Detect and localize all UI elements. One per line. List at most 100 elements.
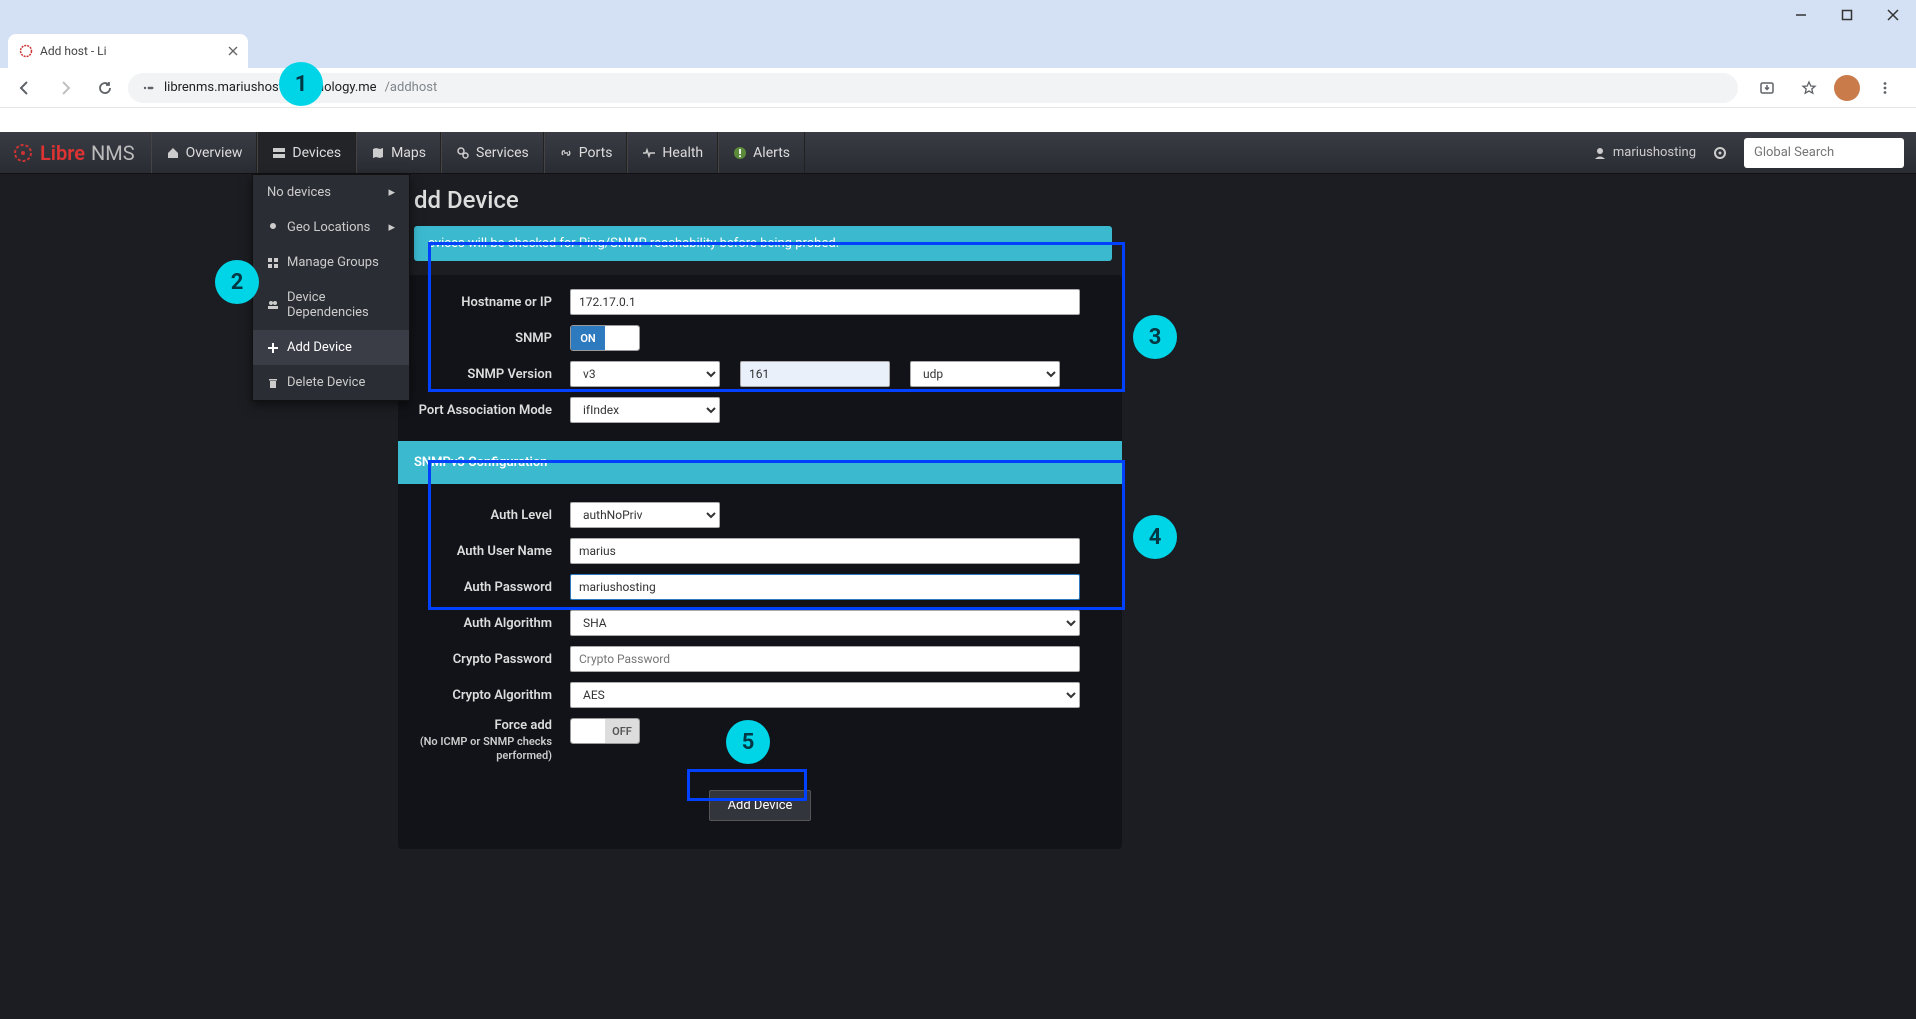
- force-add-toggle[interactable]: OFF: [570, 718, 640, 744]
- plus-icon: [267, 342, 279, 354]
- auth-pass-input[interactable]: [570, 574, 1080, 600]
- snmp-port-input[interactable]: [740, 361, 890, 387]
- dd-geo-locations[interactable]: Geo Locations ▸: [253, 210, 409, 245]
- geo-pin-icon: [267, 222, 279, 234]
- link-icon: [559, 146, 573, 160]
- nav-devices-label: Devices: [292, 145, 341, 161]
- tab-favicon-icon: [18, 43, 34, 59]
- window-maximize-icon[interactable]: [1824, 0, 1870, 30]
- dd-device-deps-label: Device Dependencies: [287, 290, 395, 320]
- dd-add-device[interactable]: Add Device: [253, 330, 409, 365]
- dd-no-devices[interactable]: No devices ▸: [253, 175, 409, 210]
- toggle-on-label: ON: [571, 326, 605, 350]
- nav-ports-label: Ports: [579, 145, 613, 161]
- port-assoc-label: Port Association Mode: [410, 403, 570, 418]
- window-minimize-icon[interactable]: [1778, 0, 1824, 30]
- dd-device-deps[interactable]: Device Dependencies: [253, 280, 409, 330]
- browser-tab[interactable]: Add host - Li: [8, 34, 248, 68]
- dd-manage-groups-label: Manage Groups: [287, 255, 379, 270]
- site-info-icon[interactable]: [140, 80, 156, 96]
- alert-icon: [733, 146, 747, 160]
- dd-manage-groups[interactable]: Manage Groups: [253, 245, 409, 280]
- window-close-icon[interactable]: [1870, 0, 1916, 30]
- callout-2: 2: [215, 260, 259, 304]
- dd-delete-device-label: Delete Device: [287, 375, 365, 390]
- toggle-off-label: OFF: [605, 719, 639, 743]
- user-name-label: mariushosting: [1613, 145, 1696, 160]
- crypto-pass-label: Crypto Password: [410, 652, 570, 667]
- grid-icon: [267, 257, 279, 269]
- chevron-right-icon: ▸: [388, 185, 395, 200]
- hostname-label: Hostname or IP: [410, 295, 570, 310]
- user-menu[interactable]: mariushosting: [1593, 145, 1696, 160]
- add-device-button[interactable]: Add Device: [709, 790, 812, 821]
- auth-algo-select[interactable]: SHA: [570, 610, 1080, 636]
- auth-level-select[interactable]: authNoPriv: [570, 502, 720, 528]
- crypto-algo-select[interactable]: AES: [570, 682, 1080, 708]
- nav-forward-icon[interactable]: [48, 71, 82, 105]
- callout-5: 5: [726, 720, 770, 764]
- snmp-version-label: SNMP Version: [410, 367, 570, 382]
- cogs-icon: [456, 146, 470, 160]
- crypto-pass-input[interactable]: [570, 646, 1080, 672]
- brand-logo-icon: [12, 142, 34, 164]
- users-icon: [267, 299, 279, 311]
- chevron-right-icon: ▸: [388, 220, 395, 235]
- tab-close-icon[interactable]: [228, 46, 238, 56]
- app-container: LibreNMS Overview Devices Maps Services …: [0, 132, 1916, 1019]
- browser-tabstrip: Add host - Li: [0, 30, 1916, 68]
- nav-services[interactable]: Services: [441, 132, 544, 173]
- auth-pass-label: Auth Password: [410, 580, 570, 595]
- snmpv3-header: SNMPv3 Configuration: [398, 441, 1122, 484]
- user-icon: [1593, 146, 1607, 160]
- bookmark-star-icon[interactable]: [1792, 71, 1826, 105]
- home-icon: [166, 146, 180, 160]
- nav-alerts[interactable]: Alerts: [718, 132, 805, 173]
- hostname-input[interactable]: [570, 289, 1080, 315]
- nav-reload-icon[interactable]: [88, 71, 122, 105]
- heartbeat-icon: [642, 146, 656, 160]
- auth-user-input[interactable]: [570, 538, 1080, 564]
- callout-3: 3: [1133, 315, 1177, 359]
- dd-add-device-label: Add Device: [287, 340, 352, 355]
- nav-back-icon[interactable]: [8, 71, 42, 105]
- dd-no-devices-label: No devices: [267, 185, 331, 200]
- address-path: /addhost: [385, 80, 438, 95]
- callout-4: 4: [1133, 515, 1177, 559]
- form-panel: Hostname or IP SNMP ON SNMP Version v3: [398, 275, 1122, 849]
- nav-devices[interactable]: Devices: [257, 132, 356, 173]
- nav-overview[interactable]: Overview: [151, 132, 258, 173]
- crypto-algo-label: Crypto Algorithm: [410, 688, 570, 703]
- auth-user-label: Auth User Name: [410, 544, 570, 559]
- port-assoc-select[interactable]: ifIndex: [570, 397, 720, 423]
- server-icon: [272, 146, 286, 160]
- address-host: librenms.mariushosting.synology.me: [164, 80, 377, 95]
- dd-geo-label: Geo Locations: [287, 220, 370, 235]
- auth-algo-label: Auth Algorithm: [410, 616, 570, 631]
- tab-title: Add host - Li: [40, 44, 107, 58]
- force-add-label: Force add: [410, 718, 552, 733]
- callout-1: 1: [279, 62, 323, 106]
- snmp-version-select[interactable]: v3: [570, 361, 720, 387]
- devices-dropdown: No devices ▸ Geo Locations ▸ Manage Grou…: [252, 174, 410, 401]
- map-icon: [371, 146, 385, 160]
- nav-maps[interactable]: Maps: [356, 132, 441, 173]
- snmp-transport-select[interactable]: udp: [910, 361, 1060, 387]
- snmp-toggle[interactable]: ON: [570, 325, 640, 351]
- brand-text-nms: NMS: [91, 141, 135, 165]
- browser-menu-icon[interactable]: [1868, 71, 1902, 105]
- address-bar[interactable]: librenms.mariushosting.synology.me/addho…: [128, 73, 1738, 103]
- app-brand[interactable]: LibreNMS: [0, 132, 151, 173]
- dd-delete-device[interactable]: Delete Device: [253, 365, 409, 400]
- global-search-input[interactable]: [1744, 138, 1904, 168]
- profile-avatar[interactable]: [1834, 75, 1860, 101]
- nav-health[interactable]: Health: [627, 132, 718, 173]
- settings-gear-icon[interactable]: [1712, 145, 1728, 161]
- nav-overview-label: Overview: [186, 145, 243, 161]
- nav-ports[interactable]: Ports: [544, 132, 628, 173]
- nav-services-label: Services: [476, 145, 529, 161]
- install-app-icon[interactable]: [1750, 71, 1784, 105]
- snmp-label: SNMP: [410, 331, 570, 346]
- auth-level-label: Auth Level: [410, 508, 570, 523]
- info-banner: evices will be checked for Ping/SNMP rea…: [414, 226, 1112, 261]
